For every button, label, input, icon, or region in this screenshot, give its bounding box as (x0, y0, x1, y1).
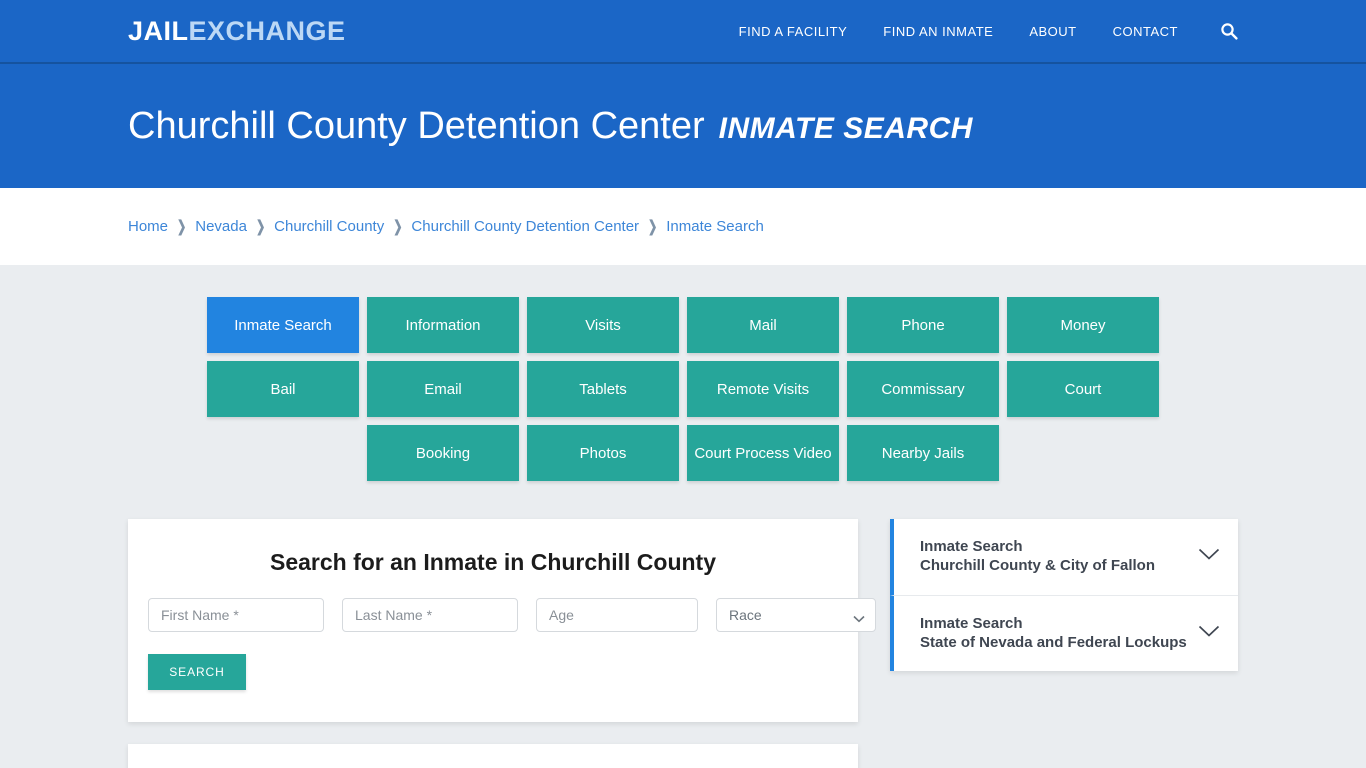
search-button[interactable]: SEARCH (148, 654, 246, 690)
secondary-content-card (128, 744, 858, 768)
nav-about[interactable]: ABOUT (1029, 24, 1076, 39)
accordion-title: Inmate Search (920, 614, 1023, 632)
breadcrumb-item-churchill-county[interactable]: Churchill County (274, 218, 384, 235)
logo-text-jail: JAIL (128, 15, 189, 46)
facility-tab-grid: Inmate Search Information Visits Mail Ph… (128, 265, 1238, 481)
tab-bail[interactable]: Bail (207, 361, 359, 417)
breadcrumb-item-nevada[interactable]: Nevada (195, 218, 247, 235)
chevron-right-icon: ❯ (177, 218, 187, 236)
top-navigation-bar: JAILEXCHANGE FIND A FACILITY FIND AN INM… (0, 0, 1366, 64)
chevron-down-icon[interactable] (1198, 625, 1220, 643)
content-columns: Search for an Inmate in Churchill County… (128, 481, 1238, 768)
page-content: Inmate Search Information Visits Mail Ph… (0, 265, 1366, 768)
accordion-title: Inmate Search (920, 538, 1023, 556)
page-title: Churchill County Detention Center (128, 104, 705, 147)
tab-remote-visits[interactable]: Remote Visits (687, 361, 839, 417)
breadcrumb-item-home[interactable]: Home (128, 218, 168, 235)
search-form-row: Race (148, 598, 876, 632)
accordion-item-state-of-nevada[interactable]: Inmate Search State of Nevada and Federa… (890, 595, 1238, 671)
accordion-item-text: Inmate Search State of Nevada and Federa… (920, 615, 1190, 653)
nav-find-an-inmate[interactable]: FIND AN INMATE (883, 24, 993, 39)
tab-visits[interactable]: Visits (527, 297, 679, 353)
tab-information[interactable]: Information (367, 297, 519, 353)
tab-money[interactable]: Money (1007, 297, 1159, 353)
breadcrumb: Home ❯ Nevada ❯ Churchill County ❯ Churc… (128, 218, 764, 236)
chevron-right-icon: ❯ (648, 218, 658, 236)
page-subtitle: INMATE SEARCH (718, 111, 973, 145)
tab-court-process-video[interactable]: Court Process Video (687, 425, 839, 481)
main-nav: FIND A FACILITY FIND AN INMATE ABOUT CON… (739, 22, 1238, 40)
chevron-right-icon: ❯ (393, 218, 403, 236)
nav-find-a-facility[interactable]: FIND A FACILITY (739, 24, 848, 39)
chevron-right-icon: ❯ (255, 218, 266, 236)
site-logo[interactable]: JAILEXCHANGE (128, 16, 346, 47)
last-name-input[interactable] (342, 598, 518, 632)
breadcrumb-item-detention-center[interactable]: Churchill County Detention Center (411, 218, 639, 235)
tab-tablets[interactable]: Tablets (527, 361, 679, 417)
tab-court[interactable]: Court (1007, 361, 1159, 417)
tab-booking[interactable]: Booking (367, 425, 519, 481)
tab-commissary[interactable]: Commissary (847, 361, 999, 417)
first-name-input[interactable] (148, 598, 324, 632)
race-select[interactable]: Race (716, 598, 876, 632)
tab-mail[interactable]: Mail (687, 297, 839, 353)
inmate-search-card: Search for an Inmate in Churchill County… (128, 519, 876, 722)
page-title-band: Churchill County Detention Center INMATE… (0, 64, 1366, 188)
logo-text-exchange: EXCHANGE (188, 15, 346, 46)
inmate-search-accordion: Inmate Search Churchill County & City of… (890, 519, 1238, 671)
main-column: Search for an Inmate in Churchill County… (128, 519, 876, 768)
tab-email[interactable]: Email (367, 361, 519, 417)
tab-phone[interactable]: Phone (847, 297, 999, 353)
tab-photos[interactable]: Photos (527, 425, 679, 481)
accordion-item-churchill-county[interactable]: Inmate Search Churchill County & City of… (890, 519, 1238, 595)
tab-inmate-search[interactable]: Inmate Search (207, 297, 359, 353)
nav-contact[interactable]: CONTACT (1113, 24, 1178, 39)
sidebar-column: Inmate Search Churchill County & City of… (890, 519, 1238, 671)
race-select-wrapper: Race (716, 598, 876, 632)
chevron-down-icon[interactable] (1198, 548, 1220, 566)
breadcrumb-item-inmate-search: Inmate Search (666, 218, 764, 235)
search-icon[interactable] (1220, 22, 1238, 40)
age-input[interactable] (536, 598, 698, 632)
tab-nearby-jails[interactable]: Nearby Jails (847, 425, 999, 481)
accordion-item-text: Inmate Search Churchill County & City of… (920, 538, 1190, 576)
breadcrumb-band: Home ❯ Nevada ❯ Churchill County ❯ Churc… (0, 188, 1366, 265)
accordion-subtitle: Churchill County & City of Fallon (920, 557, 1155, 574)
accordion-subtitle: State of Nevada and Federal Lockups (920, 633, 1187, 651)
search-heading: Search for an Inmate in Churchill County (269, 549, 716, 575)
